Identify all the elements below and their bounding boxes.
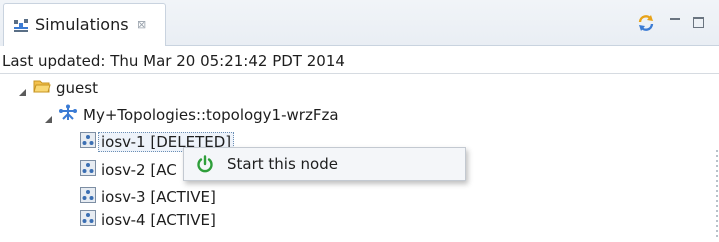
menu-item-label: Start this node (227, 155, 338, 173)
expanded-twisty-icon[interactable] (44, 110, 54, 123)
tree-item-label: iosv-2 [AC (101, 161, 177, 179)
tree-item-label: iosv-4 [ACTIVE] (101, 211, 216, 229)
tab-bar-divider (166, 45, 719, 46)
tab-simulations[interactable]: Simulations ⊠ (3, 3, 166, 46)
node-icon (80, 210, 96, 230)
tree-item-guest[interactable]: guest (18, 77, 98, 99)
expanded-twisty-icon[interactable] (18, 83, 28, 96)
topology-icon (59, 104, 77, 126)
close-icon[interactable]: ⊠ (137, 18, 146, 31)
sync-icon[interactable] (635, 12, 657, 34)
folder-icon (33, 79, 51, 98)
maximize-icon[interactable] (690, 14, 706, 30)
tree-item-topology[interactable]: My+Topologies::topology1-wrzFza (44, 104, 339, 126)
tab-title: Simulations (35, 15, 129, 34)
node-icon (80, 187, 96, 207)
context-menu: Start this node (183, 147, 466, 181)
node-icon (80, 160, 96, 180)
last-updated-text: Last updated: Thu Mar 20 05:21:42 PDT 20… (2, 52, 345, 70)
node-icon (80, 132, 96, 152)
tree-item-node[interactable]: iosv-4 [ACTIVE] (80, 209, 216, 231)
simulations-icon (13, 17, 30, 34)
simulations-view: Simulations ⊠ Last updated: Thu Mar 20 0… (0, 0, 719, 242)
tree-item-label: iosv-3 [ACTIVE] (101, 188, 216, 206)
minimize-icon[interactable] (667, 14, 683, 30)
view-tab-bar: Simulations ⊠ (0, 0, 719, 46)
menu-item-start-node[interactable]: Start this node (186, 150, 463, 178)
tree-item-node[interactable]: iosv-2 [AC (80, 159, 177, 181)
panel-edge (716, 150, 718, 240)
tree-item-label: guest (56, 79, 98, 97)
tree-item-node[interactable]: iosv-3 [ACTIVE] (80, 186, 216, 208)
tree-item-label: My+Topologies::topology1-wrzFza (83, 106, 339, 124)
power-icon (195, 154, 215, 174)
header-divider (0, 73, 719, 74)
